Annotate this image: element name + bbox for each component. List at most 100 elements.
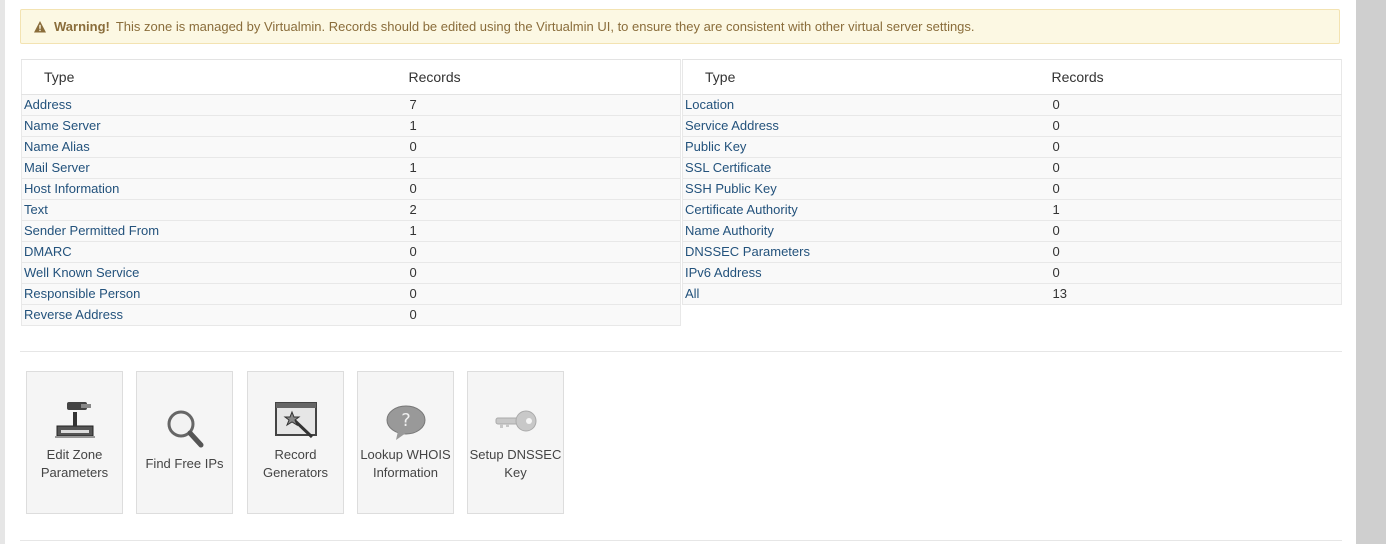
record-type-cell: Responsible Person: [21, 283, 408, 305]
key-icon: [495, 410, 537, 432]
record-type-cell: Sender Permitted From: [21, 220, 408, 242]
table-row: DNSSEC Parameters 0: [682, 241, 1342, 263]
record-type-cell: Address: [21, 94, 408, 116]
record-type-cell: IPv6 Address: [682, 262, 1051, 284]
magnifier-icon: [167, 410, 204, 448]
column-header-type: Type: [21, 59, 408, 95]
record-count: 0: [1050, 136, 1342, 158]
table-row: SSH Public Key 0: [682, 178, 1342, 200]
record-type-cell: Name Alias: [21, 136, 408, 158]
record-type-link[interactable]: Mail Server: [24, 160, 90, 175]
column-header-records: Records: [407, 59, 681, 95]
table-row: Location 0: [682, 94, 1342, 116]
table-row: All 13: [682, 283, 1342, 305]
tile-label-line1: Lookup WHOIS: [360, 447, 451, 462]
table-row: Name Alias 0: [21, 136, 681, 158]
table-row: Responsible Person 0: [21, 283, 681, 305]
table-row: Name Server 1: [21, 115, 681, 137]
record-type-cell: Mail Server: [21, 157, 408, 179]
record-type-cell: DMARC: [21, 241, 408, 263]
tile-label-line1: Setup DNSSEC: [469, 447, 562, 462]
alert-message: This zone is managed by Virtualmin. Reco…: [115, 19, 975, 34]
record-count: 7: [407, 94, 681, 116]
tile-label-line1: Record: [274, 447, 317, 462]
record-type-cell: Location: [682, 94, 1051, 116]
record-count: 0: [407, 178, 681, 200]
table-row: Well Known Service 0: [21, 262, 681, 284]
record-type-link[interactable]: DMARC: [24, 244, 72, 259]
find-free-ips-button[interactable]: Find Free IPs: [136, 371, 233, 514]
record-type-link[interactable]: Responsible Person: [24, 286, 140, 301]
record-count: 0: [1050, 220, 1342, 242]
record-types-table-left: Type Records Address 7 Name Server 1 Name Al…: [21, 59, 681, 326]
record-type-link[interactable]: Name Server: [24, 118, 101, 133]
record-count: 1: [407, 220, 681, 242]
record-type-link[interactable]: Well Known Service: [24, 265, 139, 280]
wizard-window-icon: [275, 402, 317, 439]
table-row: Text 2: [21, 199, 681, 221]
warning-alert: Warning! This zone is managed by Virtual…: [20, 9, 1340, 44]
record-type-link[interactable]: Service Address: [685, 118, 779, 133]
record-type-cell: Reverse Address: [21, 304, 408, 326]
edit-zone-parameters-button[interactable]: Edit Zone Parameters: [26, 371, 123, 514]
record-type-cell: Text: [21, 199, 408, 221]
record-type-link[interactable]: SSL Certificate: [685, 160, 771, 175]
record-generators-button[interactable]: Record Generators: [247, 371, 344, 514]
record-type-cell: All: [682, 283, 1051, 305]
record-type-link[interactable]: Name Alias: [24, 139, 90, 154]
record-type-link[interactable]: All: [685, 286, 699, 301]
table-row: SSL Certificate 0: [682, 157, 1342, 179]
tile-label-line2: Information: [372, 465, 439, 480]
record-count: 0: [407, 262, 681, 284]
tile-label-line1: Edit Zone: [46, 447, 103, 462]
table-row: Name Authority 0: [682, 220, 1342, 242]
record-type-link[interactable]: Sender Permitted From: [24, 223, 159, 238]
record-type-link[interactable]: Text: [24, 202, 48, 217]
record-type-cell: Host Information: [21, 178, 408, 200]
record-type-link[interactable]: Name Authority: [685, 223, 774, 238]
table-row: Host Information 0: [21, 178, 681, 200]
table-row: DMARC 0: [21, 241, 681, 263]
column-header-type: Type: [682, 59, 1051, 95]
record-type-link[interactable]: DNSSEC Parameters: [685, 244, 810, 259]
left-edge: [0, 0, 5, 544]
record-count: 0: [1050, 262, 1342, 284]
table-row: Service Address 0: [682, 115, 1342, 137]
record-count: 0: [1050, 157, 1342, 179]
record-count: 0: [407, 136, 681, 158]
setup-dnssec-key-button[interactable]: Setup DNSSEC Key: [467, 371, 564, 514]
table-row: Public Key 0: [682, 136, 1342, 158]
tile-label-line2: Parameters: [40, 465, 109, 480]
record-type-cell: SSH Public Key: [682, 178, 1051, 200]
record-type-link[interactable]: Location: [685, 97, 734, 112]
record-type-link[interactable]: SSH Public Key: [685, 181, 777, 196]
record-types-table-right: Type Records Location 0 Service Address 0 Pu…: [682, 59, 1342, 305]
record-type-link[interactable]: IPv6 Address: [685, 265, 762, 280]
record-type-link[interactable]: Address: [24, 97, 72, 112]
record-type-cell: Certificate Authority: [682, 199, 1051, 221]
record-type-cell: Service Address: [682, 115, 1051, 137]
column-header-records: Records: [1050, 59, 1342, 95]
table-row: Address 7: [21, 94, 681, 116]
tile-label-line1: Find Free IPs: [145, 456, 224, 471]
record-type-link[interactable]: Host Information: [24, 181, 119, 196]
record-count: 1: [407, 115, 681, 137]
record-type-link[interactable]: Public Key: [685, 139, 746, 154]
record-type-cell: Name Server: [21, 115, 408, 137]
record-type-cell: SSL Certificate: [682, 157, 1051, 179]
section-divider: [20, 351, 1342, 352]
record-type-cell: Name Authority: [682, 220, 1051, 242]
record-type-cell: Well Known Service: [21, 262, 408, 284]
right-scroll-gutter: [1356, 0, 1386, 544]
record-count: 13: [1050, 283, 1342, 305]
warning-icon: [34, 20, 46, 32]
record-type-link[interactable]: Certificate Authority: [685, 202, 798, 217]
record-type-cell: Public Key: [682, 136, 1051, 158]
table-row: Reverse Address 0: [21, 304, 681, 326]
record-count: 0: [407, 304, 681, 326]
record-type-cell: DNSSEC Parameters: [682, 241, 1051, 263]
table-row: IPv6 Address 0: [682, 262, 1342, 284]
lookup-whois-button[interactable]: ? Lookup WHOIS Information: [357, 371, 454, 514]
record-type-link[interactable]: Reverse Address: [24, 307, 123, 322]
record-count: 1: [1050, 199, 1342, 221]
